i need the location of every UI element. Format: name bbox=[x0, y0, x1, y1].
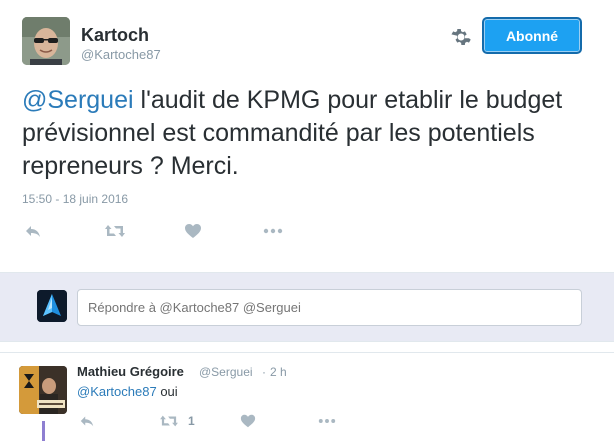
reply-input[interactable] bbox=[77, 289, 582, 326]
more-icon[interactable] bbox=[262, 222, 284, 240]
like-icon[interactable] bbox=[240, 413, 256, 431]
reply-separator: · bbox=[262, 365, 266, 379]
reply-author-handle[interactable]: @Serguei bbox=[199, 365, 253, 379]
retweet-count: 1 bbox=[188, 414, 195, 428]
self-avatar bbox=[37, 290, 67, 322]
reply-mention[interactable]: @Kartoche87 bbox=[77, 384, 157, 399]
retweet-icon[interactable] bbox=[104, 222, 126, 240]
reply-icon[interactable] bbox=[24, 222, 42, 240]
reply-actions: 1 bbox=[77, 413, 377, 429]
tweet-actions bbox=[22, 222, 322, 240]
retweet-icon[interactable] bbox=[159, 413, 179, 431]
reply-icon[interactable] bbox=[79, 413, 95, 431]
following-button[interactable]: Abonné bbox=[482, 17, 582, 54]
author-avatar[interactable] bbox=[22, 17, 70, 65]
author-handle[interactable]: @Kartoche87 bbox=[81, 47, 161, 62]
gear-icon[interactable] bbox=[449, 26, 471, 48]
more-icon[interactable] bbox=[317, 413, 337, 431]
reply-author-avatar[interactable] bbox=[19, 366, 67, 414]
tweet-mention[interactable]: @Serguei bbox=[22, 86, 134, 114]
tweet-timestamp[interactable]: 15:50 - 18 juin 2016 bbox=[22, 192, 128, 206]
reply-body: oui bbox=[156, 384, 178, 399]
tweet-text: @Serguei l'audit de KPMG pour etablir le… bbox=[22, 84, 582, 183]
reply-author-name[interactable]: Mathieu Grégoire bbox=[77, 364, 184, 379]
reply-time[interactable]: 2 h bbox=[270, 365, 287, 379]
author-name[interactable]: Kartoch bbox=[81, 25, 149, 46]
reply-text: @Kartoche87 oui bbox=[77, 384, 178, 399]
thread-connector-line bbox=[42, 421, 45, 441]
like-icon[interactable] bbox=[184, 222, 202, 240]
